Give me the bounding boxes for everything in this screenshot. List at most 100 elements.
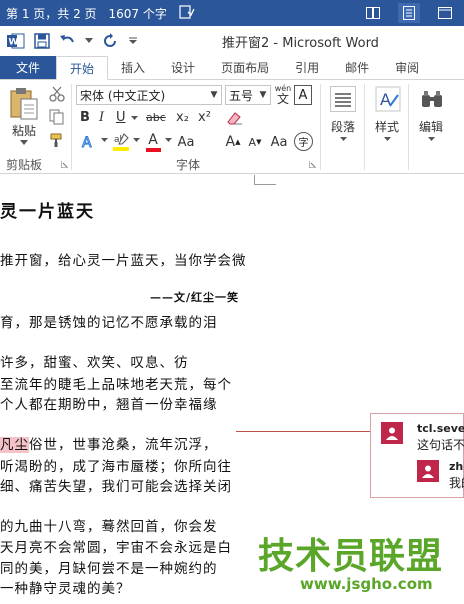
- web-layout-icon[interactable]: [434, 3, 456, 23]
- clipboard-group-label: 剪贴板: [6, 158, 43, 172]
- save-icon[interactable]: [32, 31, 52, 51]
- document-line[interactable]: 推开窗，给心灵一片蓝天，当你学会微: [0, 249, 247, 269]
- shrink-font-button[interactable]: A ▼: [246, 133, 264, 151]
- word-app-icon[interactable]: W: [6, 31, 26, 51]
- styles-icon[interactable]: A: [374, 84, 402, 114]
- font-color-swatch: [145, 147, 161, 152]
- paste-dropdown-icon[interactable]: [18, 138, 30, 146]
- document-line[interactable]: 听渴盼的，成了海市蜃楼；你所向往: [0, 455, 232, 475]
- underline-dropdown-icon[interactable]: [129, 113, 139, 123]
- phonetic-char-text: 文: [276, 91, 289, 106]
- font-color-button[interactable]: A: [144, 131, 162, 153]
- underline-button[interactable]: U: [116, 110, 126, 125]
- proofing-icon[interactable]: [173, 4, 201, 22]
- highlight-color-icon[interactable]: ab: [112, 131, 132, 153]
- format-painter-icon[interactable]: [48, 131, 66, 149]
- svg-text:W: W: [9, 37, 19, 47]
- comment-avatar: [381, 422, 403, 444]
- text-effects-icon[interactable]: A: [78, 133, 100, 151]
- page-info[interactable]: 第 1 页，共 2 页: [0, 5, 103, 22]
- reply-text[interactable]: 我的: [449, 474, 464, 491]
- tab-insert[interactable]: 插入: [108, 56, 158, 79]
- font-color-dropdown-icon[interactable]: [164, 136, 172, 144]
- font-name-select[interactable]: 宋体 (中文正文) ▼: [76, 85, 222, 105]
- document-line[interactable]: 天月亮不会常圆，宇宙不会永远是白: [0, 536, 232, 556]
- highlight-dropdown-icon[interactable]: [132, 136, 140, 144]
- tab-review[interactable]: 审阅: [382, 56, 432, 79]
- styles-separator: [408, 84, 409, 170]
- document-heading[interactable]: 灵一片蓝天: [0, 197, 95, 222]
- ribbon: 粘贴 剪贴板 宋体 (中文正文) ▼ 五号 ▼ wén 文 A B I U ab…: [0, 80, 464, 174]
- change-case-small-button[interactable]: Aa: [270, 133, 288, 151]
- font-launcher-icon[interactable]: [308, 160, 316, 168]
- reply-author: zh: [449, 460, 464, 473]
- superscript-button[interactable]: x²: [198, 110, 211, 125]
- document-line[interactable]: 细、痛苦失望，我们可能会选择关闭: [0, 475, 232, 495]
- tab-file[interactable]: 文件: [0, 56, 57, 79]
- document-line[interactable]: 至流年的睫毛上品味地老天荒，每个: [0, 373, 232, 393]
- font-name-value: 宋体 (中文正文): [80, 88, 166, 103]
- clear-formatting-icon[interactable]: [224, 109, 244, 127]
- customize-qat-icon[interactable]: [126, 31, 140, 51]
- clipboard-launcher-icon[interactable]: [60, 160, 68, 168]
- redo-icon[interactable]: [100, 31, 120, 51]
- change-case-small-glyph: Aa: [270, 134, 288, 150]
- document-line[interactable]: 育，那是锈蚀的记忆不愿承载的泪: [0, 311, 218, 331]
- svg-text:A: A: [82, 135, 92, 150]
- font-separator: [320, 84, 321, 170]
- document-byline[interactable]: ——文/红尘一笑: [150, 289, 239, 305]
- font-size-dropdown-icon: ▼: [259, 90, 267, 100]
- strikethrough-button[interactable]: abc: [146, 111, 166, 124]
- copy-icon[interactable]: [48, 108, 66, 126]
- paragraph-separator: [364, 84, 365, 170]
- cut-icon[interactable]: [48, 85, 66, 103]
- binoculars-icon[interactable]: [418, 86, 446, 112]
- paste-button-label[interactable]: 粘贴: [12, 122, 36, 139]
- document-line[interactable]: 个人都在期盼中，翘首一份幸福缘: [0, 393, 218, 413]
- comment-connector-line: [236, 431, 370, 432]
- character-border-button[interactable]: A: [294, 85, 312, 105]
- paste-icon[interactable]: [8, 86, 40, 122]
- status-bar: 第 1 页，共 2 页 1607 个字: [0, 0, 464, 26]
- styles-button-label[interactable]: 样式: [375, 118, 399, 135]
- font-size-select[interactable]: 五号 ▼: [225, 85, 271, 105]
- document-line[interactable]: 许多，甜蜜、欢笑、叹息、彷: [0, 351, 189, 371]
- editing-button-label[interactable]: 编辑: [419, 118, 443, 135]
- undo-icon[interactable]: [58, 31, 78, 51]
- page-crop-mark: [254, 175, 276, 185]
- print-layout-icon[interactable]: [398, 3, 420, 23]
- bold-button[interactable]: B: [80, 110, 90, 125]
- styles-dropdown-icon[interactable]: [382, 135, 392, 143]
- document-line-commented[interactable]: 凡尘俗世，世事沧桑，流年沉浮，: [0, 433, 218, 453]
- tab-design[interactable]: 设计: [158, 56, 208, 79]
- tab-home[interactable]: 开始: [56, 56, 109, 80]
- italic-button[interactable]: I: [99, 110, 104, 125]
- font-name-dropdown-icon: ▼: [210, 90, 218, 100]
- phonetic-guide-button[interactable]: wén 文: [274, 83, 292, 107]
- document-line[interactable]: 同的美，月缺何尝不是一种婉约的: [0, 557, 218, 577]
- quick-access-toolbar: W: [0, 31, 140, 51]
- commented-text-highlight[interactable]: 凡尘: [0, 437, 29, 453]
- document-line[interactable]: 的九曲十八弯，蓦然回首，你会发: [0, 515, 218, 535]
- font-group-label: 字体: [176, 158, 201, 172]
- undo-dropdown-icon[interactable]: [84, 31, 94, 51]
- comment-balloon[interactable]: tcl.sever 这句话不 zh 我的: [370, 413, 464, 498]
- text-effects-dropdown-icon[interactable]: [100, 136, 108, 144]
- word-count[interactable]: 1607 个字: [103, 5, 173, 22]
- comment-author: tcl.sever: [417, 422, 464, 435]
- tab-mailings[interactable]: 邮件: [332, 56, 382, 79]
- paragraph-button-label[interactable]: 段落: [331, 118, 355, 135]
- subscript-button[interactable]: x₂: [176, 110, 189, 125]
- grow-font-glyph: A: [225, 134, 236, 150]
- paragraph-icon[interactable]: [330, 86, 356, 112]
- paragraph-dropdown-icon[interactable]: [338, 135, 348, 143]
- tab-page-layout[interactable]: 页面布局: [208, 56, 282, 79]
- editing-dropdown-icon[interactable]: [426, 135, 436, 143]
- comment-text[interactable]: 这句话不: [417, 436, 464, 453]
- tab-references[interactable]: 引用: [282, 56, 332, 79]
- read-mode-icon[interactable]: [362, 3, 384, 23]
- document-line[interactable]: 一种静守灵魂的美？: [0, 577, 131, 597]
- grow-font-button[interactable]: A ▲: [224, 132, 242, 152]
- enclose-characters-button[interactable]: 字: [294, 132, 313, 151]
- change-case-button[interactable]: Aa: [176, 133, 196, 151]
